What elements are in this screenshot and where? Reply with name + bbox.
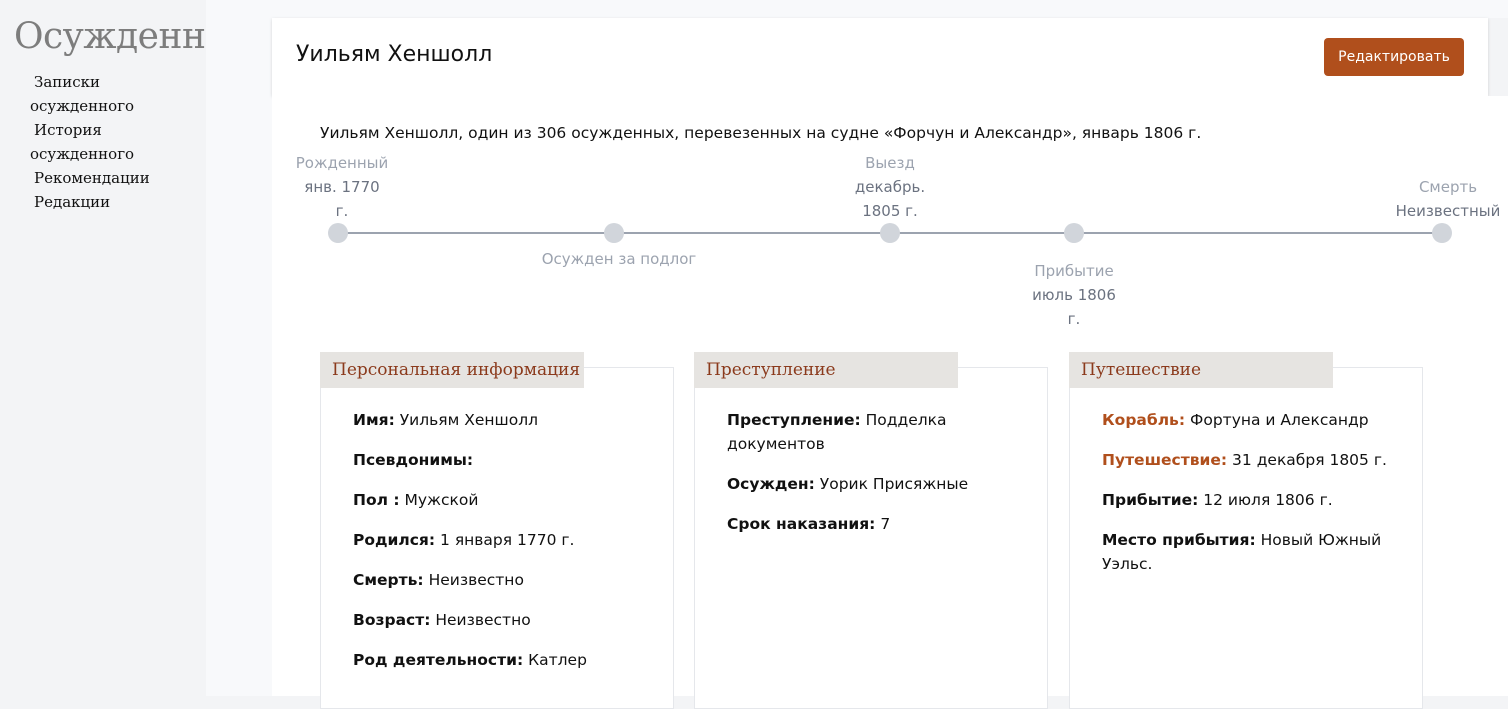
field-value: Уильям Хеншолл [399, 411, 539, 429]
field-arrival-place: Место прибытия: Новый Южный Уэльс. [1102, 528, 1402, 576]
field-value: Уорик Присяжные [819, 475, 969, 493]
field-gender: Пол : Мужской [353, 488, 653, 512]
field-crime: Преступление: Подделка документов [727, 408, 1027, 456]
field-value: 1 января 1770 г. [440, 531, 575, 549]
voyage-heading: Путешествие [1069, 352, 1333, 388]
personal-info-card: Персональная информация Имя: Уильям Хенш… [320, 352, 674, 709]
field-value: Катлер [528, 651, 587, 669]
crime-card: Преступление Преступление: Подделка доку… [694, 352, 1048, 709]
field-aliases: Псевдонимы: [353, 448, 653, 472]
page-title: Уильям Хеншолл [296, 42, 493, 67]
voyage-fields: Корабль: Фортуна и Александр Путешествие… [1102, 408, 1402, 592]
timeline-death-label: Смерть [1418, 178, 1478, 196]
field-value: Неизвестно [435, 611, 531, 629]
timeline-dot-born[interactable] [328, 223, 348, 243]
field-born: Родился: 1 января 1770 г. [353, 528, 653, 552]
field-value: Фортуна и Александр [1190, 411, 1369, 429]
field-value: Мужской [404, 491, 479, 509]
gutter [206, 0, 272, 696]
timeline-departure-label: Выезд [865, 154, 915, 172]
ship-link[interactable]: Корабль: [1102, 411, 1185, 429]
field-arrival: Прибытие: 12 июля 1806 г. [1102, 488, 1402, 512]
timeline-departure: Выезд декабрь. 1805 г. [840, 151, 940, 223]
personal-info-fields: Имя: Уильям Хеншолл Псевдонимы: Пол : Му… [353, 408, 653, 688]
field-label: Пол : [353, 491, 400, 509]
timeline-dot-arrival[interactable] [1064, 223, 1084, 243]
field-label: Псевдонимы: [353, 451, 474, 469]
field-label: Срок наказания: [727, 515, 876, 533]
field-label: Преступление: [727, 411, 861, 429]
timeline-born-label: Рожденный [295, 154, 389, 172]
top-strip [206, 0, 1508, 18]
timeline-convicted-label: Осужден за подлог [541, 250, 697, 268]
timeline-born-value: янв. 1770 г. [304, 178, 380, 220]
timeline-arrival-value: июль 1806 г. [1032, 286, 1116, 328]
field-sentence: Срок наказания: 7 [727, 512, 1027, 536]
nav-item-recommendations[interactable]: Рекомендации [30, 166, 180, 190]
crime-fields: Преступление: Подделка документов Осужде… [727, 408, 1027, 552]
voyage-card: Путешествие Корабль: Фортуна и Александр… [1069, 352, 1423, 709]
crime-heading: Преступление [694, 352, 958, 388]
field-name: Имя: Уильям Хеншолл [353, 408, 653, 432]
sidebar-nav: Записки осужденного История осужденного … [30, 70, 180, 214]
timeline-death: Смерть Неизвестный [1390, 175, 1506, 223]
timeline-dot-departure[interactable] [880, 223, 900, 243]
field-label: Прибытие: [1102, 491, 1199, 509]
field-voyage: Путешествие: 31 декабря 1805 г. [1102, 448, 1402, 472]
field-label: Родился: [353, 531, 436, 549]
personal-info-heading: Персональная информация [320, 352, 584, 388]
summary-text: Уильям Хеншолл, один из 306 осужденных, … [320, 124, 1202, 142]
timeline-dot-convicted[interactable] [604, 223, 624, 243]
main-content: Уильям Хеншолл, один из 306 осужденных, … [272, 96, 1508, 709]
nav-item-convict-history[interactable]: История осужденного [30, 118, 180, 166]
field-value: 7 [880, 515, 891, 533]
nav-item-editions[interactable]: Редакции [30, 190, 180, 214]
field-label: Имя: [353, 411, 395, 429]
field-convicted: Осужден: Уорик Присяжные [727, 472, 1027, 496]
timeline-born: Рожденный янв. 1770 г. [288, 151, 396, 223]
field-value: 31 декабря 1805 г. [1232, 451, 1387, 469]
field-ship: Корабль: Фортуна и Александр [1102, 408, 1402, 432]
timeline-arrival: Прибытие июль 1806 г. [1024, 259, 1124, 331]
field-label: Род деятельности: [353, 651, 524, 669]
field-death: Смерть: Неизвестно [353, 568, 653, 592]
timeline-dot-death[interactable] [1432, 223, 1452, 243]
timeline-departure-value: декабрь. 1805 г. [854, 178, 926, 220]
field-label: Место прибытия: [1102, 531, 1256, 549]
edit-button[interactable]: Редактировать [1324, 38, 1464, 76]
field-value: 12 июля 1806 г. [1203, 491, 1333, 509]
field-occupation: Род деятельности: Катлер [353, 648, 653, 672]
field-age: Возраст: Неизвестно [353, 608, 653, 632]
field-label: Осужден: [727, 475, 815, 493]
nav-item-convict-notes[interactable]: Записки осужденного [30, 70, 180, 118]
timeline-arrival-label: Прибытие [1034, 262, 1114, 280]
header-card: Уильям Хеншолл Редактировать [272, 18, 1488, 96]
voyage-link[interactable]: Путешествие: [1102, 451, 1227, 469]
field-label: Смерть: [353, 571, 424, 589]
field-value: Неизвестно [428, 571, 524, 589]
timeline-death-value: Неизвестный [1395, 202, 1501, 220]
sidebar: Осужденный Записки осужденного История о… [0, 0, 258, 696]
field-label: Возраст: [353, 611, 431, 629]
